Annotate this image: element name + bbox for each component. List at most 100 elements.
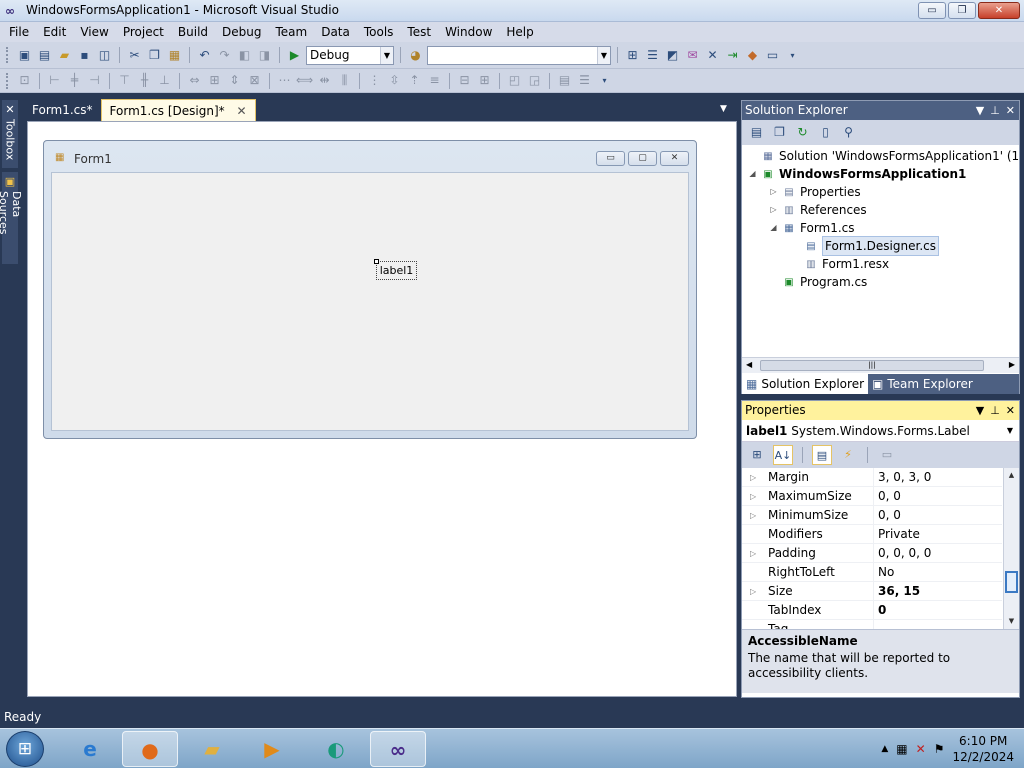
resize-handle[interactable] (374, 259, 379, 264)
show-hidden-icons-icon[interactable]: ▲ (881, 744, 888, 754)
action-center-flag-icon[interactable]: ⚑ (934, 742, 945, 756)
save-icon[interactable]: ▪ (76, 47, 93, 64)
network-icon[interactable]: ▦ (896, 742, 907, 756)
close-button[interactable]: ✕ (978, 2, 1020, 19)
property-row[interactable]: Modifiers Private (742, 525, 1002, 544)
toolbar-options-icon[interactable]: ▾ (596, 72, 613, 89)
paste-icon[interactable]: ▦ (166, 47, 183, 64)
expand-icon[interactable]: ▷ (769, 183, 778, 201)
property-row[interactable]: Tag (742, 620, 1002, 629)
form1-window[interactable]: ▦ Form1 ▭ ▢ ✕ label1 (43, 140, 697, 439)
pin-icon[interactable]: ⊥ (990, 401, 1000, 420)
align-middles-icon[interactable]: ╫ (136, 72, 153, 89)
properties-view-icon[interactable]: ▤ (812, 445, 832, 465)
make-same-width-icon[interactable]: ⇔ (186, 72, 203, 89)
start-debugging-icon[interactable]: ▶ (286, 47, 303, 64)
property-value[interactable]: 3, 0, 3, 0 (878, 468, 931, 487)
class-view-icon[interactable]: ✉ (684, 47, 701, 64)
vertical-spacing-equal-icon[interactable]: ⋮ (366, 72, 383, 89)
expand-icon[interactable]: ▷ (750, 506, 760, 525)
navigate-forward-icon[interactable]: ◨ (256, 47, 273, 64)
form-client-area[interactable]: label1 (51, 172, 689, 431)
vertical-scrollbar[interactable]: ▲ ▼ (1003, 468, 1019, 629)
remove-vertical-spacing-icon[interactable]: ≡ (426, 72, 443, 89)
menu-window[interactable]: Window (438, 22, 499, 42)
menu-file[interactable]: File (2, 22, 36, 42)
tree-item-references[interactable]: ▷ ▥ References (769, 201, 866, 219)
properties-icon[interactable]: ▤ (748, 124, 765, 141)
solution-configuration-combo[interactable]: Debug ▼ (306, 45, 394, 65)
property-row[interactable]: ▷ MinimumSize 0, 0 (742, 506, 1002, 525)
make-same-size-icon[interactable]: ⊠ (246, 72, 263, 89)
find-in-files-icon[interactable]: ◕ (407, 47, 424, 64)
cut-icon[interactable]: ✂ (126, 47, 143, 64)
navigate-back-icon[interactable]: ◧ (236, 47, 253, 64)
chevron-down-icon[interactable]: ▼ (597, 46, 610, 64)
make-same-height-icon[interactable]: ⇕ (226, 72, 243, 89)
tab-form1-cs[interactable]: Form1.cs* (24, 99, 101, 121)
scroll-down-icon[interactable]: ▼ (1005, 615, 1018, 628)
show-all-files-icon[interactable]: ❐ (771, 124, 788, 141)
start-button[interactable]: ⊞ (6, 731, 44, 767)
align-tops-icon[interactable]: ⊤ (116, 72, 133, 89)
firefox-icon[interactable]: ● (122, 731, 178, 767)
save-all-icon[interactable]: ◫ (96, 47, 113, 64)
expand-icon[interactable]: ▷ (750, 582, 760, 601)
tree-item-properties[interactable]: ▷ ▤ Properties (769, 183, 860, 201)
tree-item-project[interactable]: ◢ ▣ WindowsFormsApplication1 (748, 165, 966, 183)
internet-explorer-icon[interactable]: e (62, 731, 118, 767)
extension-manager-icon[interactable]: ◆ (744, 47, 761, 64)
close-icon[interactable]: ✕ (1006, 101, 1015, 120)
start-page-icon[interactable]: ⇥ (724, 47, 741, 64)
form-designer-surface[interactable]: ▦ Form1 ▭ ▢ ✕ label1 (27, 121, 737, 697)
toolbar-grip[interactable] (6, 72, 10, 89)
lock-controls-icon[interactable]: ☰ (576, 72, 593, 89)
undo-icon[interactable]: ↶ (196, 47, 213, 64)
increase-vertical-spacing-icon[interactable]: ⇳ (386, 72, 403, 89)
solution-explorer-header[interactable]: Solution Explorer ▼ ⊥ ✕ (742, 101, 1019, 120)
expand-icon[interactable]: ▷ (769, 201, 778, 219)
scrollbar-thumb[interactable] (1005, 571, 1018, 593)
window-position-icon[interactable]: ▼ (976, 401, 984, 420)
scroll-right-icon[interactable]: ▶ (1009, 360, 1015, 369)
property-value[interactable]: Private (878, 525, 920, 544)
copy-icon[interactable]: ❐ (146, 47, 163, 64)
property-value[interactable]: 0, 0 (878, 487, 901, 506)
clock[interactable]: 6:10 PM 12/2/2024 (952, 733, 1014, 765)
view-code-icon[interactable]: ▯ (817, 124, 834, 141)
increase-horizontal-spacing-icon[interactable]: ⟺ (296, 72, 313, 89)
solution-explorer-icon[interactable]: ⊞ (624, 47, 641, 64)
scroll-up-icon[interactable]: ▲ (1005, 469, 1018, 482)
tree-item-program-cs[interactable]: ▣ Program.cs (769, 273, 867, 291)
events-icon[interactable]: ⚡ (838, 445, 858, 465)
align-bottoms-icon[interactable]: ⊥ (156, 72, 173, 89)
property-row[interactable]: ▷ Margin 3, 0, 3, 0 (742, 468, 1002, 487)
center-vertically-icon[interactable]: ⊞ (476, 72, 493, 89)
menu-edit[interactable]: Edit (36, 22, 73, 42)
menu-tools[interactable]: Tools (357, 22, 401, 42)
property-row[interactable]: RightToLeft No (742, 563, 1002, 582)
property-value[interactable]: 0, 0 (878, 506, 901, 525)
toolbox-tab[interactable]: ✕ Toolbox (2, 100, 18, 168)
object-selector[interactable]: label1 System.Windows.Forms.Label ▼ (742, 420, 1019, 442)
property-value[interactable]: No (878, 563, 894, 582)
remove-horizontal-spacing-icon[interactable]: ⫼ (336, 72, 353, 89)
scroll-left-icon[interactable]: ◀ (746, 360, 752, 369)
chevron-down-icon[interactable]: ▼ (380, 46, 393, 64)
properties-window-icon[interactable]: ☰ (644, 47, 661, 64)
properties-header[interactable]: Properties ▼ ⊥ ✕ (742, 401, 1019, 420)
menu-team[interactable]: Team (268, 22, 314, 42)
chevron-down-icon[interactable]: ▼ (1007, 420, 1013, 442)
alphabetical-icon[interactable]: A↓ (773, 445, 793, 465)
media-player-icon[interactable]: ▶ (244, 731, 300, 767)
tree-item-form1-designer[interactable]: ▤ Form1.Designer.cs (791, 236, 939, 256)
property-value[interactable]: 0 (878, 601, 886, 620)
size-to-grid-icon[interactable]: ⊞ (206, 72, 223, 89)
menu-view[interactable]: View (73, 22, 115, 42)
other-windows-icon[interactable]: ▭ (764, 47, 781, 64)
collapse-icon[interactable]: ◢ (769, 219, 778, 237)
tab-order-icon[interactable]: ▤ (556, 72, 573, 89)
property-row[interactable]: TabIndex 0 (742, 601, 1002, 620)
decrease-horizontal-spacing-icon[interactable]: ⇹ (316, 72, 333, 89)
property-row[interactable]: ▷ MaximumSize 0, 0 (742, 487, 1002, 506)
